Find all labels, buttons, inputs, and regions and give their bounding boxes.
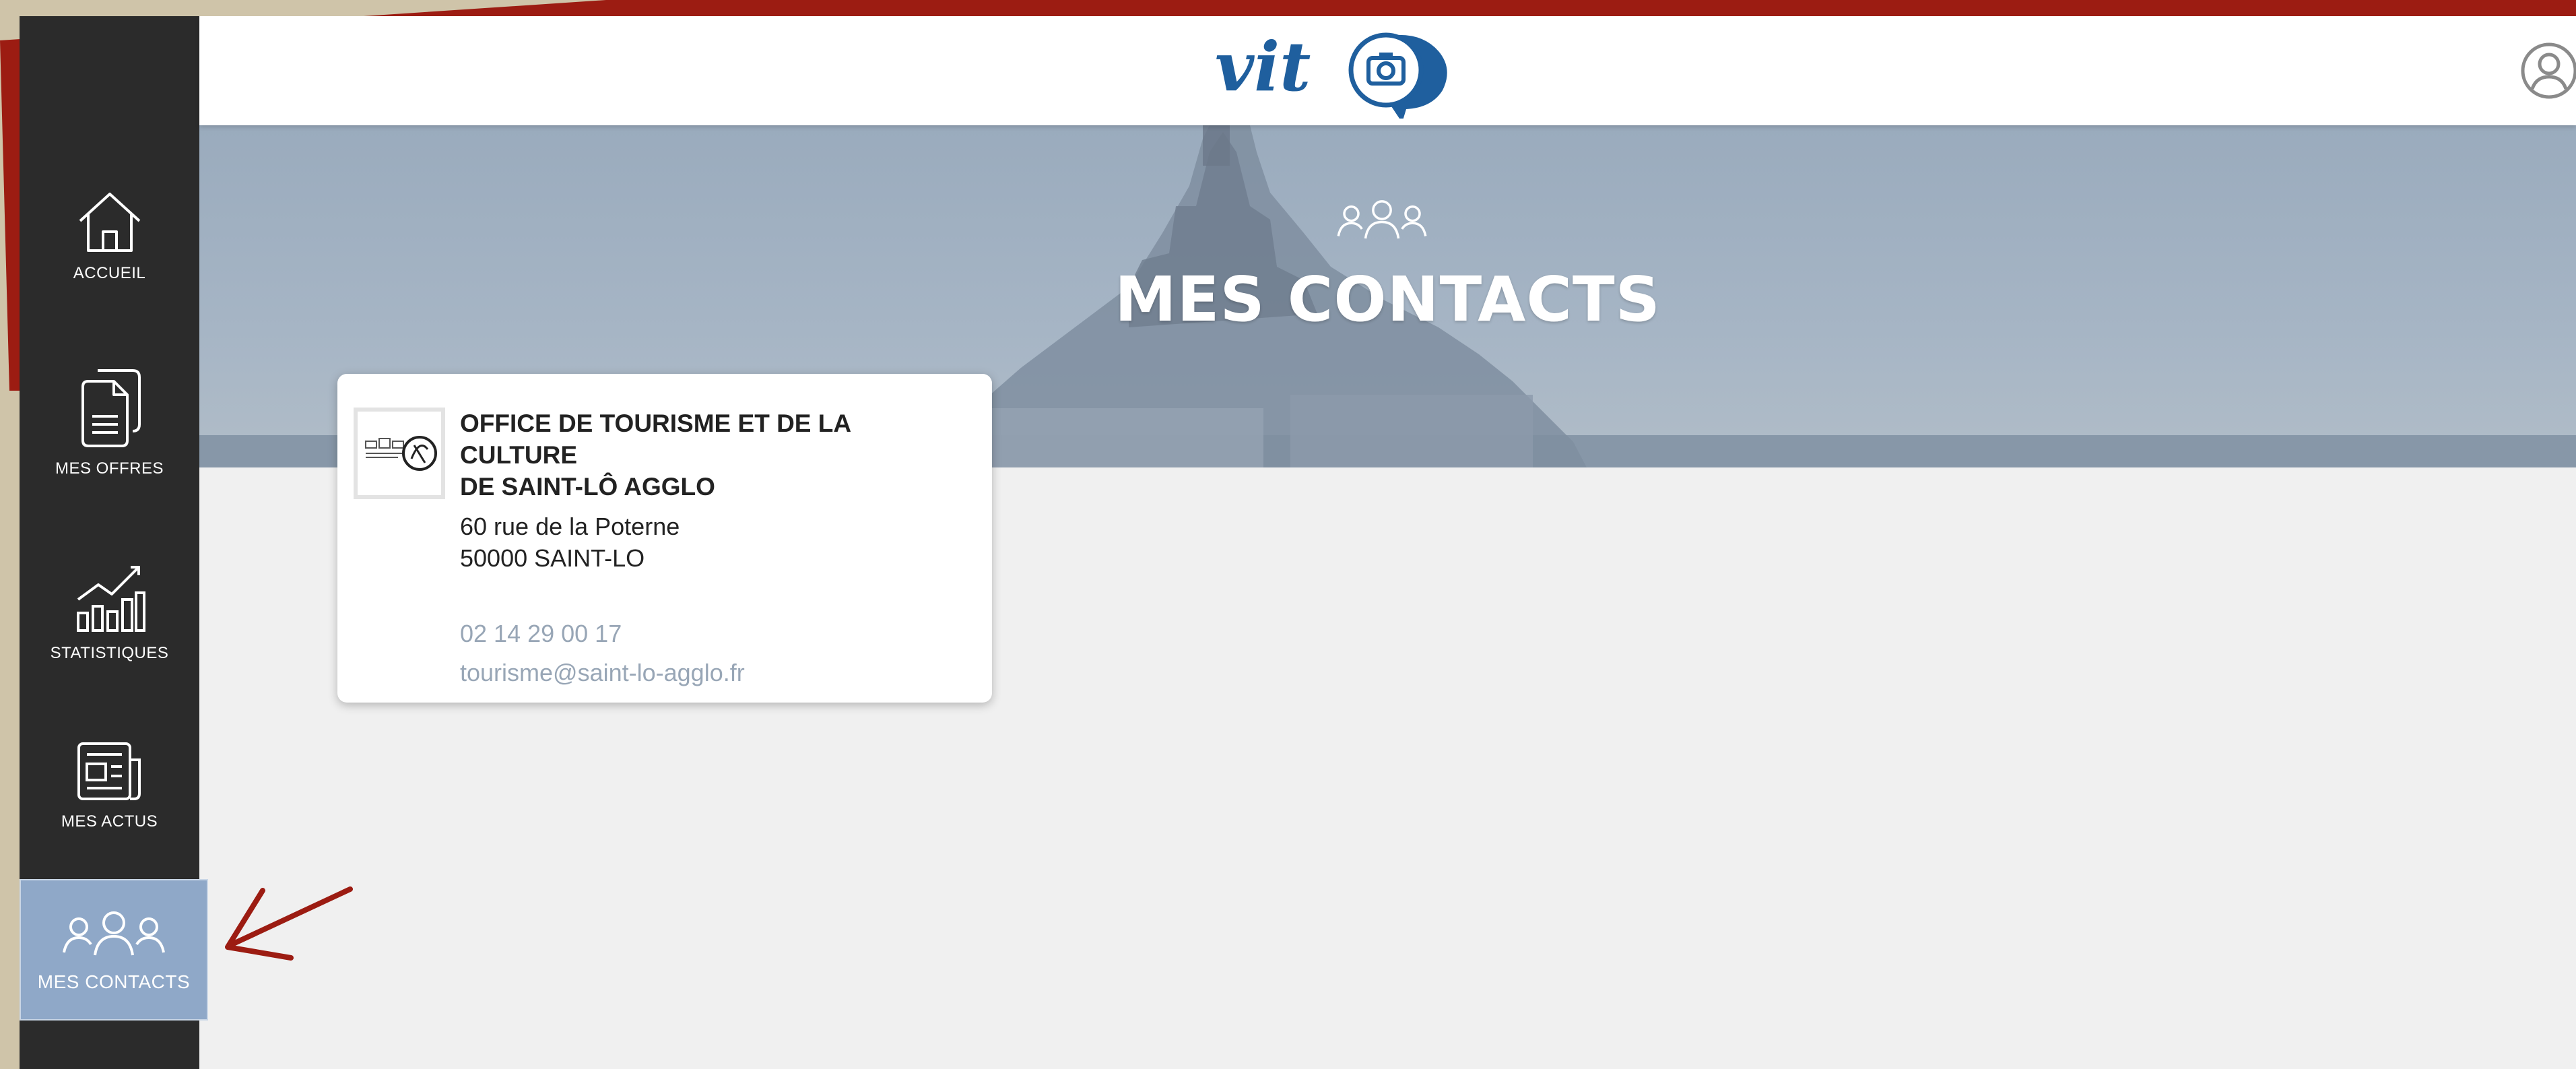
contact-details: OFFICE DE TOURISME ET DE LA CULTURE DE S… [460,408,972,692]
vit-logo[interactable]: vit [1210,24,1459,119]
contacts-icon [1337,200,1427,239]
user-circle-icon[interactable] [2520,42,2576,100]
contacts-icon [63,911,165,956]
page-title: MES CONTACTS [1115,263,1661,335]
contact-links: 02 14 29 00 17 tourisme@saint-lo-agglo.f… [460,614,972,692]
organization-name: OFFICE DE TOURISME ET DE LA CULTURE DE S… [460,408,972,503]
app-window: ACCUEIL MES OFFRES STATISTIQUES MES ACTU… [20,16,2576,1069]
sidebar-item-label: MES OFFRES [55,459,164,478]
documents-icon [81,369,141,447]
organization-name-line: DE SAINT-LÔ AGGLO [460,473,715,500]
red-arrow-icon [225,886,353,961]
phone-link[interactable]: 02 14 29 00 17 [460,614,972,653]
sidebar-item-label: MES CONTACTS [37,971,191,992]
home-icon [79,193,140,252]
organization-logo [354,408,445,499]
newspaper-icon [77,742,141,800]
organization-name-line: OFFICE DE TOURISME ET DE LA CULTURE [460,410,851,469]
bar-chart-icon [76,566,145,632]
sidebar-item-label: ACCUEIL [73,264,146,282]
logo-text: vit [1215,27,1311,106]
contact-card: OFFICE DE TOURISME ET DE LA CULTURE DE S… [337,374,992,703]
sidebar-item-accueil[interactable]: ACCUEIL [20,190,199,283]
sidebar-item-label: STATISTIQUES [50,644,169,662]
email-link[interactable]: tourisme@saint-lo-agglo.fr [460,653,972,692]
sidebar-item-statistiques[interactable]: STATISTIQUES [20,560,199,663]
sidebar-item-mes-contacts[interactable]: MES CONTACTS [20,879,208,1021]
top-header: vit [199,16,2576,125]
sidebar-item-label: MES ACTUS [61,812,158,831]
sidebar-item-mes-actus[interactable]: MES ACTUS [20,740,199,831]
address-line: 60 rue de la Poterne [460,513,680,540]
address-line: 50000 SAINT-LO [460,544,645,572]
sidebar-item-mes-offres[interactable]: MES OFFRES [20,366,199,478]
postal-address: 60 rue de la Poterne 50000 SAINT-LO [460,511,972,574]
